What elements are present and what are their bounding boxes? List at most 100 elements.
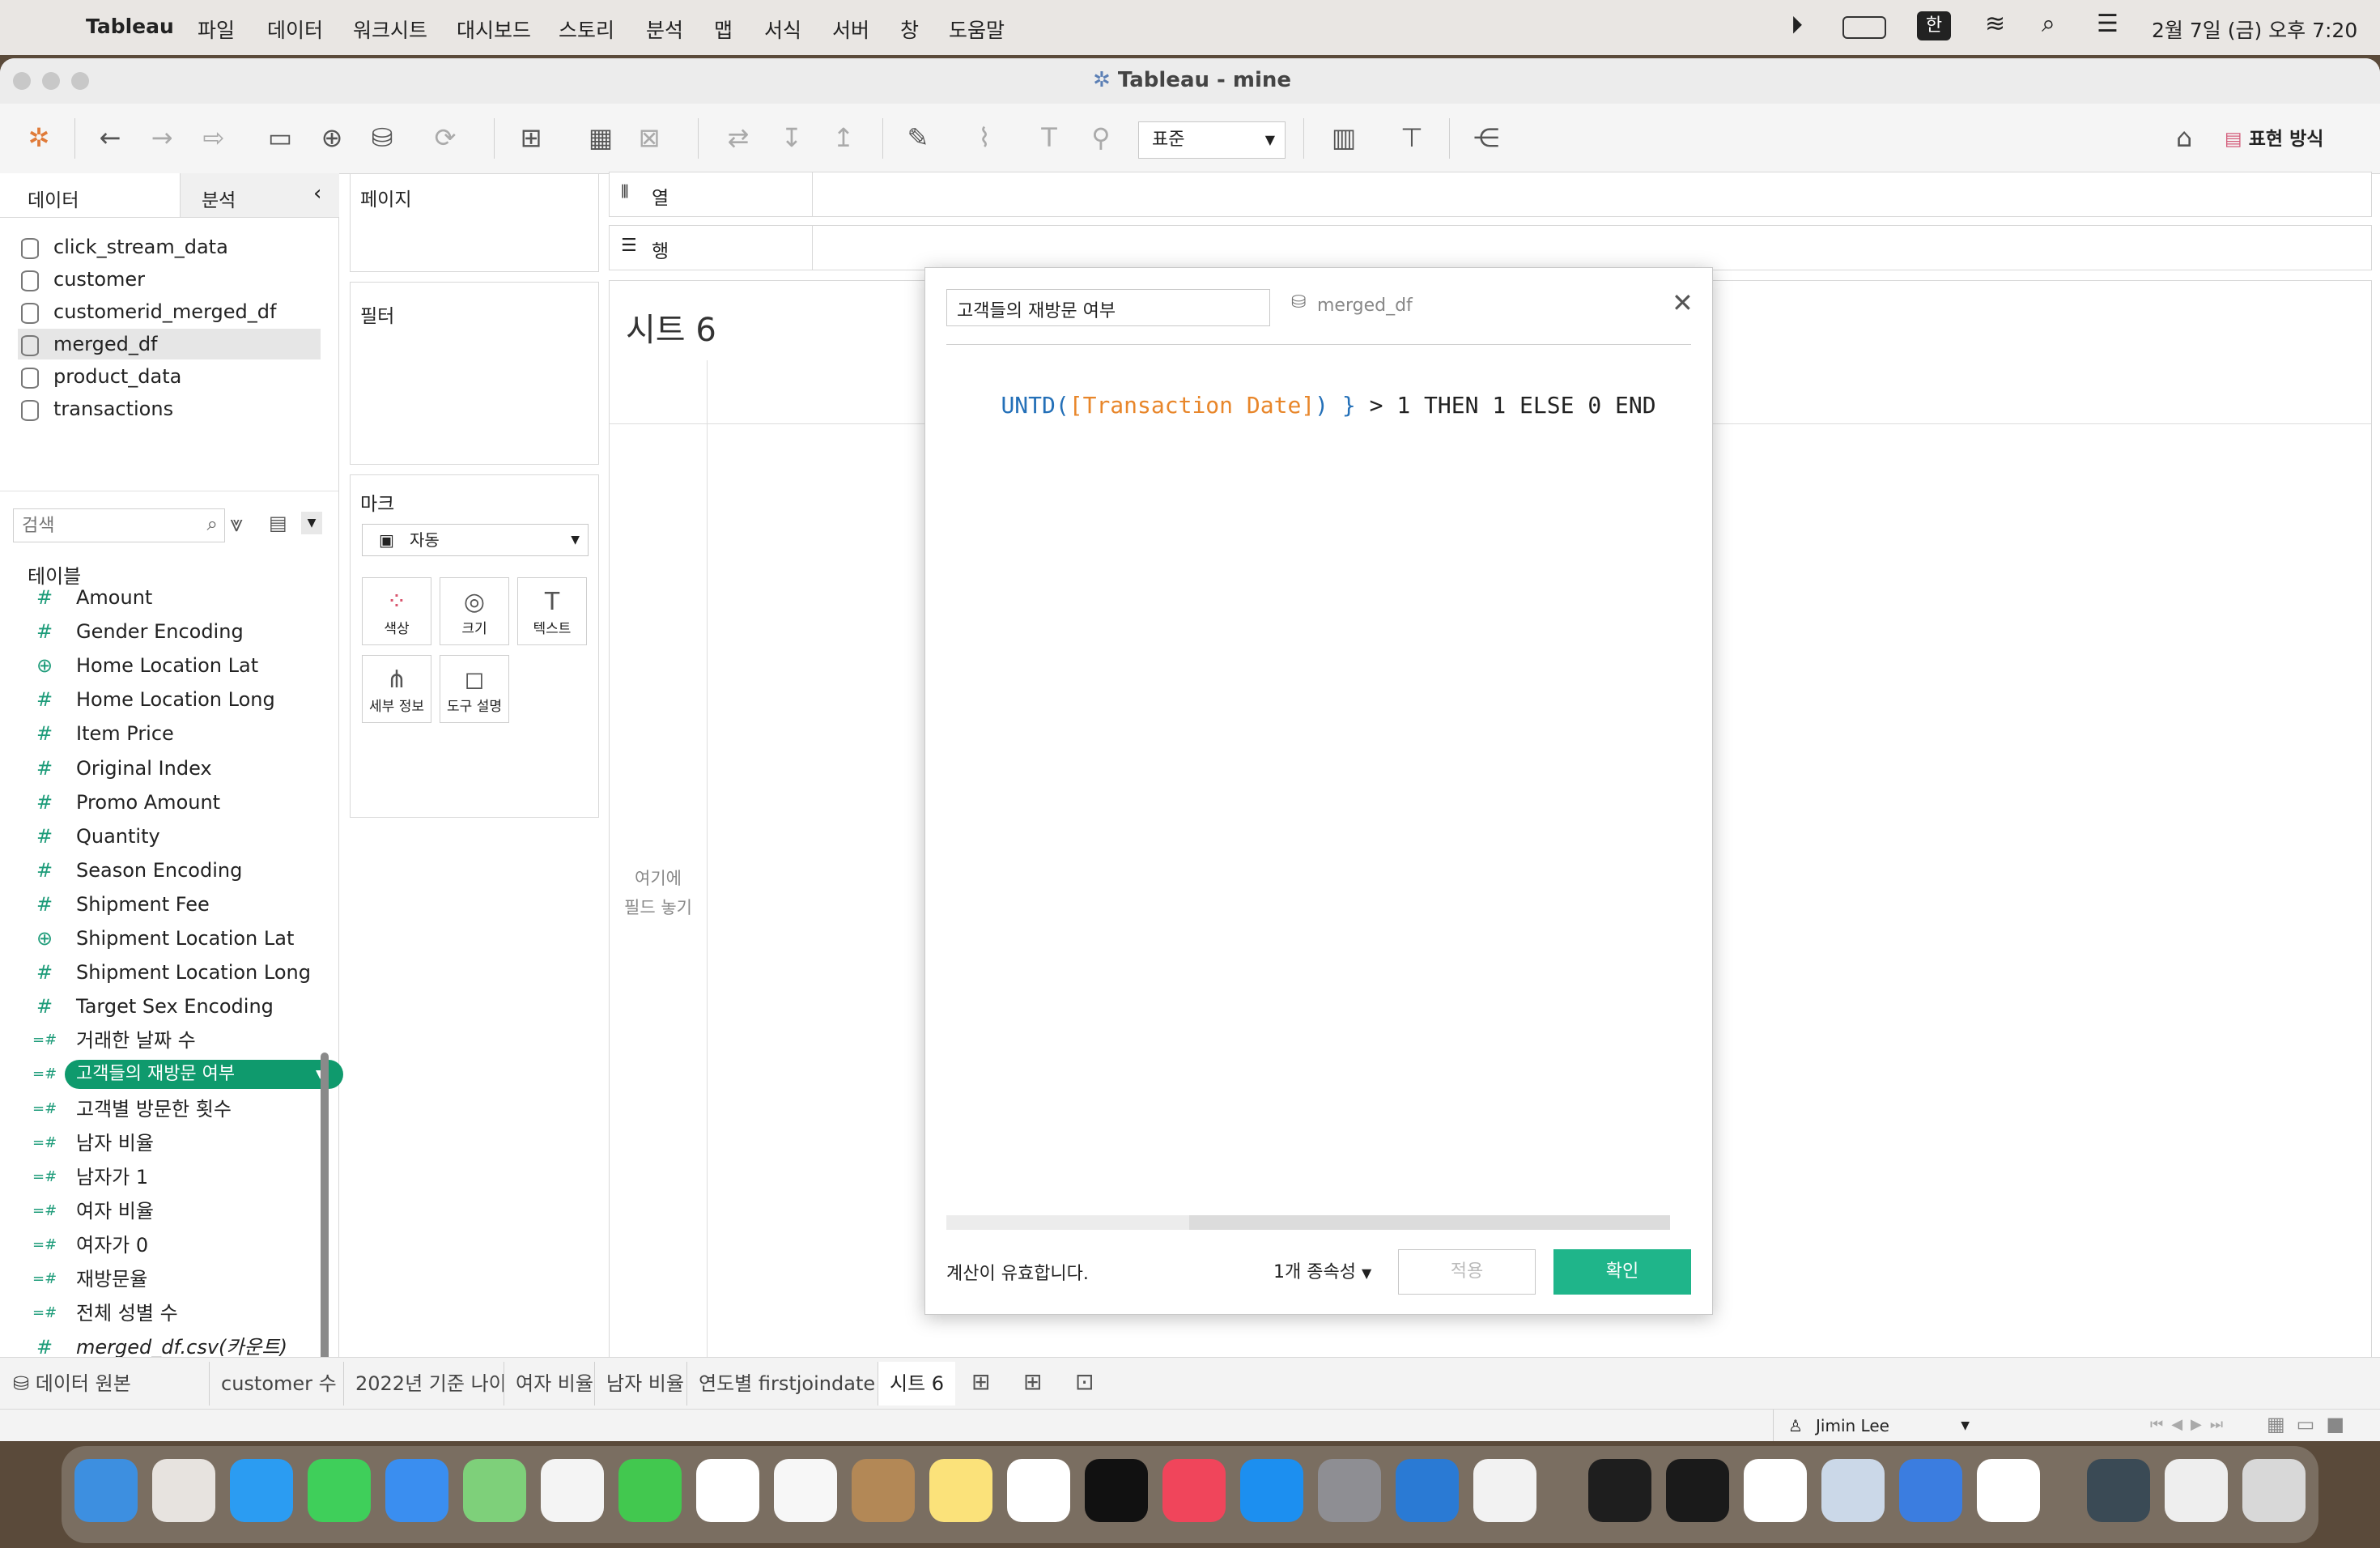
reminders-icon[interactable] [774,1459,837,1522]
trash-icon[interactable] [2242,1459,2306,1522]
vscode-icon[interactable] [1396,1459,1459,1522]
new-worksheet-icon[interactable]: ⊞ [515,121,547,154]
activity-monitor-icon[interactable] [1666,1459,1729,1522]
highlight-icon[interactable]: ✎ [902,121,934,154]
minimize-window-button[interactable] [42,72,60,90]
keynote-icon[interactable] [1899,1459,1962,1522]
notes-icon[interactable] [929,1459,992,1522]
input-method-icon[interactable]: 한 [1917,11,1951,40]
menu-map[interactable]: 맵 [714,15,733,44]
clock[interactable]: 2월 7일 (금) 오후 7:20 [2152,15,2357,44]
sheet-tab[interactable]: 2022년 기준 나이 [343,1362,518,1406]
menu-worksheet[interactable]: 워크시트 [353,15,427,44]
menu-app-name[interactable]: Tableau [86,15,174,38]
sort-descending-icon[interactable]: ↥ [827,121,860,154]
user-menu[interactable]: ♙ Jimin Lee ▼ [1773,1410,1976,1441]
menu-story[interactable]: 스토리 [559,15,614,44]
tab-analysis[interactable]: 분석 ‹ [180,173,339,218]
tooltip-mark-button[interactable]: ◻ 도구 설명 [440,655,509,723]
sheet-view-icon[interactable]: ▦▭■ [2267,1413,2356,1435]
sheet-nav-icon[interactable]: ⏮◀▶⏭ [2150,1416,2231,1433]
field-search-input[interactable] [20,512,185,538]
menu-server[interactable]: 서버 [832,15,869,44]
pause-updates-icon[interactable]: ⛁ [366,121,398,154]
columns-shelf[interactable]: ⦀ 열 [609,172,2372,217]
ok-button[interactable]: 확인 [1553,1249,1691,1295]
redo-icon[interactable]: → [146,121,178,154]
field-list-scrollbar[interactable] [321,1053,329,1409]
datasource-tab[interactable]: ⛁ 데이터 원본 [13,1362,131,1406]
contacts-icon[interactable] [852,1459,915,1522]
calendar-icon[interactable] [696,1459,759,1522]
calc-name-field[interactable]: 고객들의 재방문 여부 [946,289,1270,326]
filters-card[interactable]: 필터 [350,282,599,465]
sheet-tab[interactable]: 시트 6 [878,1362,956,1406]
fix-axes-icon[interactable]: ⚲ [1085,121,1117,154]
datasource-item[interactable]: merged_df [18,329,321,359]
tableau-home-icon[interactable]: ✲ [23,121,55,154]
share-icon[interactable]: ⋲ [1470,121,1502,154]
menu-help[interactable]: 도움말 [949,15,1005,44]
sheet-tab[interactable]: 남자 비율 [594,1362,695,1406]
mark-type-select[interactable]: ▣ 자동 ▼ [362,524,589,556]
group-members-icon[interactable]: ⌇ [968,121,1001,154]
recent-window-icon[interactable] [2087,1459,2150,1522]
show-cards-icon[interactable]: ▥ [1328,121,1360,154]
datasource-item[interactable]: customerid_merged_df [18,296,321,327]
sheet-tab[interactable]: customer 수 [209,1362,348,1406]
recent-window-icon[interactable] [2165,1459,2228,1522]
rows-drop-zone[interactable]: 여기에 필드 놓기 [610,864,707,922]
view-options-icon[interactable]: ▤ [269,512,287,534]
menu-analysis[interactable]: 분석 [646,15,683,44]
preview-icon[interactable] [1821,1459,1885,1522]
messages-icon[interactable] [308,1459,371,1522]
battery-icon[interactable] [1842,16,1886,39]
app-store-icon[interactable] [1240,1459,1303,1522]
chrome-icon[interactable] [1473,1459,1536,1522]
tab-data[interactable]: 데이터 [0,173,180,218]
music-icon[interactable] [1162,1459,1226,1522]
apple-tv-icon[interactable] [1085,1459,1148,1522]
facetime-icon[interactable] [618,1459,682,1522]
terminal-icon[interactable] [1588,1459,1651,1522]
menu-format[interactable]: 서식 [764,15,801,44]
mail-icon[interactable] [385,1459,448,1522]
dependencies-dropdown[interactable]: 1개 종속성 ▼ [1273,1257,1371,1283]
formula-editor[interactable]: UNTD([Transaction Date]) } > 1 THEN 1 EL… [946,365,1691,1466]
freeform-icon[interactable] [1007,1459,1070,1522]
apply-button[interactable]: 적용 [1398,1249,1536,1295]
close-icon[interactable]: ✕ [1672,287,1694,318]
maps-icon[interactable] [463,1459,526,1522]
sheet-title[interactable]: 시트 6 [626,304,716,351]
system-settings-icon[interactable] [1318,1459,1381,1522]
view-options-dropdown-icon[interactable]: ▼ [301,512,322,534]
replace-data-icon[interactable]: ⇨ [198,121,230,154]
collapse-pane-icon[interactable]: ‹ [313,181,321,206]
finder-icon[interactable] [74,1459,138,1522]
tableau-icon[interactable] [1977,1459,2040,1522]
filter-icon[interactable]: ⩔ [230,510,243,538]
datasource-item[interactable]: transactions [18,393,321,424]
spotlight-search-icon[interactable]: ⌕ [2042,10,2055,38]
new-datasource-icon[interactable]: ⊕ [316,121,348,154]
search-icon[interactable]: ⌕ [207,512,218,535]
menu-file[interactable]: 파일 [198,15,235,44]
presentation-mode-icon[interactable]: ⊤ [1396,121,1428,154]
refresh-icon[interactable]: ⟳ [429,121,461,154]
zoom-window-button[interactable] [71,72,89,90]
menu-data[interactable]: 데이터 [267,15,323,44]
detail-mark-button[interactable]: ⋔ 세부 정보 [362,655,431,723]
color-mark-button[interactable]: ⁘ 색상 [362,577,431,645]
show-me-button[interactable]: ▤ 표현 방식 [2225,121,2323,157]
slack-icon[interactable] [1744,1459,1807,1522]
menu-dashboard[interactable]: 대시보드 [457,15,531,44]
screen-record-icon[interactable]: ⏵ [1791,11,1803,40]
show-labels-icon[interactable]: T [1033,121,1065,154]
datasource-item[interactable]: click_stream_data [18,232,321,262]
duplicate-sheet-icon[interactable]: ▦ [584,121,617,154]
datasource-item[interactable]: product_data [18,361,321,392]
close-window-button[interactable] [13,72,31,90]
datasource-item[interactable]: customer [18,264,321,295]
pages-card[interactable]: 페이지 [350,173,599,272]
sheet-tab[interactable]: 여자 비율 [504,1362,605,1406]
